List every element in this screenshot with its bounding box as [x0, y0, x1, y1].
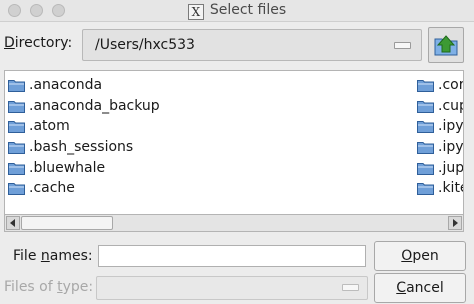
folder-icon [417, 121, 434, 134]
file-names-label-pre: File [13, 248, 41, 264]
file-names-label: File names: [13, 248, 93, 264]
folder-icon [8, 100, 25, 113]
file-list-item-label: .ipy [438, 118, 464, 135]
file-list-item-label: .cup [438, 97, 463, 114]
file-list-item[interactable]: .ipy [417, 137, 464, 158]
folder-icon [417, 162, 434, 175]
file-list-item-label: .bash_sessions [29, 139, 134, 156]
folder-icon [8, 80, 25, 93]
file-list-item[interactable]: .cup [417, 96, 463, 117]
folder-icon [8, 162, 25, 175]
file-list-item[interactable]: .anaconda [8, 75, 160, 96]
folder-icon [8, 183, 25, 196]
file-list-item-label: .atom [29, 118, 70, 135]
file-list-item-label: .ipy [438, 139, 464, 156]
scroll-right-arrow-icon[interactable] [448, 216, 462, 230]
scrollbar-thumb[interactable] [21, 216, 113, 230]
file-list-item[interactable]: .ipy [417, 116, 464, 137]
file-list-item[interactable]: .atom [8, 116, 160, 137]
title-bar: X Select files [0, 0, 474, 22]
parent-directory-button[interactable] [428, 27, 464, 63]
folder-up-icon [434, 35, 458, 56]
file-list-column-2: .cor .cup .ipy .ipy .jup .kite [417, 75, 464, 199]
files-of-type-label: Files of type: [4, 279, 93, 295]
cancel-button-label: ancel [406, 280, 444, 296]
file-list-column-1: .anaconda .anaconda_backup .atom .bash_sess… [8, 75, 160, 199]
file-list-item-label: .kite [438, 180, 463, 197]
files-of-type-label-pre: Files of [4, 279, 58, 295]
x11-icon: X [187, 4, 204, 20]
file-list-item[interactable]: .jup [417, 157, 464, 178]
open-button[interactable]: Open [374, 241, 466, 271]
cancel-button-mnemonic: C [396, 280, 407, 296]
open-button-mnemonic: O [401, 248, 413, 264]
files-of-type-combobox [96, 276, 368, 300]
file-list-item-label: .cor [438, 77, 464, 94]
horizontal-scrollbar[interactable] [5, 214, 463, 231]
files-of-type-dropdown-icon [342, 284, 359, 291]
file-list-item[interactable]: .anaconda_backup [8, 96, 160, 117]
directory-label-text: irectory: [14, 35, 73, 51]
directory-combobox[interactable]: /Users/hxc533 [82, 29, 422, 61]
file-list-item[interactable]: .kite [417, 178, 463, 199]
file-list-item[interactable]: .bluewhale [8, 157, 160, 178]
file-list[interactable]: .anaconda .anaconda_backup .atom .bash_sess… [4, 70, 464, 232]
file-list-item-label: .bluewhale [29, 159, 106, 176]
window-title: Select files [209, 2, 287, 18]
directory-label: Directory: [4, 35, 72, 51]
folder-icon [417, 142, 434, 155]
file-list-item[interactable]: .cor [417, 75, 464, 96]
file-list-item-label: .anaconda_backup [29, 97, 160, 114]
folder-icon [8, 121, 25, 134]
cancel-button[interactable]: Cancel [374, 273, 466, 303]
folder-icon [417, 80, 434, 93]
folder-icon [8, 142, 25, 155]
file-names-input[interactable] [98, 245, 366, 267]
file-list-item[interactable]: .bash_sessions [8, 137, 160, 158]
file-list-item-label: .jup [438, 159, 464, 176]
file-names-label-post: ames: [49, 248, 93, 264]
directory-dropdown-icon[interactable] [394, 42, 411, 49]
file-list-item-label: .cache [29, 180, 75, 197]
folder-icon [417, 183, 434, 196]
files-of-type-label-post: ype: [62, 279, 94, 295]
directory-path: /Users/hxc533 [95, 37, 195, 53]
file-names-label-mnemonic: n [40, 248, 50, 264]
folder-icon [417, 100, 434, 113]
open-button-label: pen [412, 248, 439, 264]
file-list-item-label: .anaconda [29, 77, 103, 94]
window-title-wrap: X Select files [0, 2, 474, 20]
scroll-left-arrow-icon[interactable] [6, 216, 20, 230]
file-list-item[interactable]: .cache [8, 178, 160, 199]
directory-label-mnemonic: D [4, 35, 15, 51]
